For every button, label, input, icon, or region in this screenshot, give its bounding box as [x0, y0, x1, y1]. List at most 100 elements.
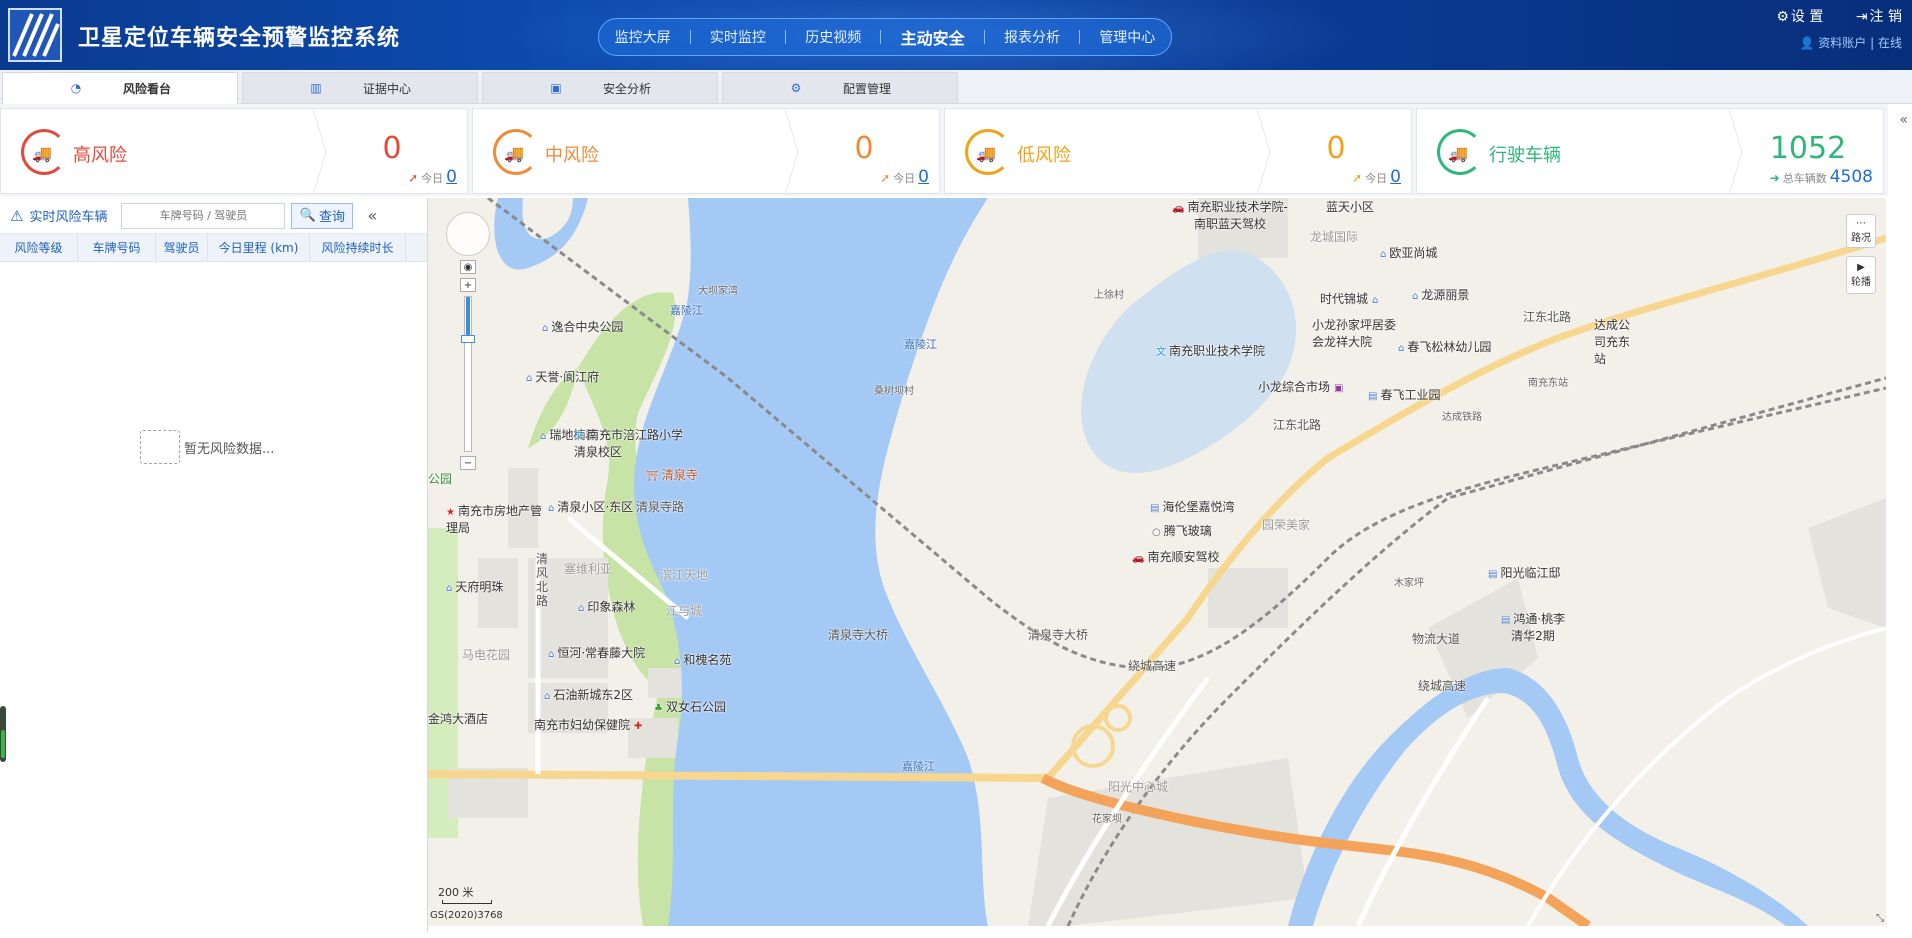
settings-button[interactable]: ⚙ 设 置 [1762, 9, 1823, 25]
map-label: 清风北路 [536, 552, 549, 608]
map-label: ★ 南充市房地产管理局 [446, 504, 542, 535]
card-high-risk[interactable]: 🚚 高风险 0 ➚ 今日 0 [0, 108, 468, 196]
map-label: 滨江天地 [660, 568, 709, 582]
traffic-toggle[interactable]: ⋯ 路况 [1846, 214, 1876, 248]
card-value: 0 [854, 131, 874, 166]
col-mileage[interactable]: 今日里程 (km) [208, 234, 310, 261]
map-label: 清泉寺大桥 [828, 628, 889, 642]
school-pin-icon: 文 [574, 431, 584, 442]
house-pin-icon: ⌂ [526, 373, 533, 384]
park-pin-icon: ♣ [654, 703, 663, 714]
app-logo [8, 8, 62, 62]
image-icon: ▣ [550, 81, 562, 95]
col-plate[interactable]: 车牌号码 [78, 234, 156, 261]
zoom-control: ◉ + − [446, 212, 490, 474]
house-pin-icon: ⌂ [1412, 291, 1419, 302]
zoom-out-button[interactable]: − [460, 456, 476, 470]
side-handle[interactable] [0, 706, 6, 762]
nav-history-video[interactable]: 历史视频 [793, 27, 873, 47]
market-pin-icon: ▣ [1334, 383, 1344, 394]
map-label: ▤ 鸿通·桃李清华2期 [1500, 612, 1566, 643]
house-pin-icon: ⌂ [578, 603, 585, 614]
user-icon: 👤 [1799, 36, 1815, 50]
map-label: 小龙孙家坪居委会龙祥大院 [1312, 318, 1397, 349]
collapse-right-icon[interactable]: « [1899, 112, 1908, 128]
collapse-panel-icon[interactable]: « [367, 206, 377, 225]
top-banner: 卫星定位车辆安全预警监控系统 监控大屏 实时监控 历史视频 主动安全 报表分析 … [0, 0, 1912, 70]
map-label: 达成公司充东站 [1594, 318, 1631, 366]
search-input[interactable] [121, 202, 286, 229]
card-medium-risk[interactable]: 🚚 中风险 0 ➚ 今日 0 [472, 108, 940, 196]
nav-report-analysis[interactable]: 报表分析 [992, 27, 1072, 47]
card-sub: ➜ 总车辆数 4508 [1769, 167, 1873, 187]
pan-control[interactable] [446, 212, 490, 256]
house-pin-icon: ⌂ [544, 691, 551, 702]
map-label: ⌂ 石油新城东2区 [544, 688, 633, 702]
map-label: 园荣美家 [1262, 518, 1311, 532]
map-label: 江东北路 [1273, 418, 1322, 432]
map-label: ▤ 阳光临江邸 [1488, 566, 1561, 580]
risk-summary: 🚚 高风险 0 ➚ 今日 0 🚚 中风险 0 ➚ 今日 0 🚚 低风险 0 ➚ 今日 0 🚚… [0, 104, 1888, 196]
col-driver[interactable]: 驾驶员 [156, 234, 208, 261]
nav-admin-center[interactable]: 管理中心 [1087, 27, 1167, 47]
card-sub-value[interactable]: 0 [918, 167, 929, 187]
col-risk-level[interactable]: 风险等级 [0, 234, 78, 261]
nav-monitor-screen[interactable]: 监控大屏 [603, 27, 683, 47]
zoom-slider-fill [466, 297, 470, 339]
tab-config-management[interactable]: ⚙ 配置管理 [722, 72, 958, 104]
resize-corner-icon[interactable]: ⤡ [1876, 913, 1884, 924]
map-label: 桑树坝村 [874, 386, 914, 397]
card-sub-value[interactable]: 4508 [1830, 167, 1873, 187]
zoom-slider-thumb[interactable] [461, 335, 475, 343]
truck-badge-icon: 🚚 [21, 129, 67, 175]
zoom-in-button[interactable]: + [460, 278, 476, 292]
nav-separator [1079, 30, 1081, 44]
tab-evidence-center[interactable]: ▥ 证据中心 [242, 72, 478, 104]
card-sub-value[interactable]: 0 [1390, 167, 1401, 187]
map-label: ⌂ 印象森林 [578, 600, 636, 614]
map-label: 嘉陵江 [670, 304, 703, 317]
map-view[interactable]: 清泉寺大桥 清泉寺大桥 绕城高速 绕城高速 江东北路 江东北路 嘉陵江 嘉陵江 … [428, 198, 1886, 926]
map-label: 嘉陵江 [904, 338, 937, 351]
car-pin-icon: 🚗 [1132, 553, 1145, 564]
panel-header: ⚠ 实时风险车辆 🔍 查询 « [0, 198, 427, 234]
map-label: 南充东站 [1528, 378, 1568, 389]
card-low-risk[interactable]: 🚚 低风险 0 ➚ 今日 0 [944, 108, 1412, 196]
tab-safety-analysis[interactable]: ▣ 安全分析 [482, 72, 718, 104]
playback-toggle[interactable]: ▶ 轮播 [1846, 256, 1876, 294]
map-label: 时代锦城 ⌂ [1320, 292, 1379, 306]
col-duration[interactable]: 风险持续时长 [310, 234, 406, 261]
empty-doc-icon [140, 430, 180, 464]
map-label: ⌂ 龙源丽景 [1412, 288, 1470, 302]
map-label: 花家坝 [1092, 814, 1122, 825]
account-link[interactable]: 资料账户 [1818, 36, 1866, 50]
house-pin-icon: ⌂ [548, 503, 555, 514]
nav-active-safety[interactable]: 主动安全 [889, 25, 977, 49]
tab-risk-board[interactable]: ◔ 风险看台 [2, 72, 238, 104]
card-sub: ➚ 今日 0 [880, 167, 929, 187]
map-label: 绕城高速 [1418, 679, 1467, 693]
house-pin-icon: ⌂ [542, 323, 549, 334]
card-moving-vehicles[interactable]: 🚚 行驶车辆 1052 ➜ 总车辆数 4508 [1416, 108, 1884, 196]
card-sub: ➚ 今日 0 [1352, 167, 1401, 187]
search-button[interactable]: 🔍 查询 [291, 202, 354, 229]
map-label: ⌂ 天府明珠 [446, 580, 504, 594]
status-divider: | [1870, 36, 1878, 50]
nav-realtime-monitor[interactable]: 实时监控 [698, 27, 778, 47]
app-title: 卫星定位车辆安全预警监控系统 [78, 26, 401, 51]
house-pin-icon: ⌂ [446, 583, 453, 594]
map-label: 🚗 南充职业技术学院-南职蓝天驾校 [1172, 200, 1288, 231]
locate-icon[interactable]: ◉ [460, 260, 476, 274]
logout-button[interactable]: ⇥ 注 销 [1842, 9, 1902, 25]
house-pin-icon: ⌂ [1380, 249, 1387, 260]
map-label: ⌂ 和槐名苑 [674, 653, 732, 667]
map-label: 金鸿大酒店 [428, 712, 489, 726]
map-label: 江东北路 [1523, 310, 1572, 324]
card-sub-value[interactable]: 0 [446, 167, 457, 187]
temple-pin-icon: ⛩ [646, 471, 659, 482]
map-scale: 200 米 [438, 884, 492, 904]
map-label: 大坝家湾 [698, 286, 738, 297]
truck-badge-icon: 🚚 [965, 129, 1011, 175]
zoom-slider[interactable] [461, 296, 475, 452]
search-icon: 🔍 [299, 208, 317, 223]
